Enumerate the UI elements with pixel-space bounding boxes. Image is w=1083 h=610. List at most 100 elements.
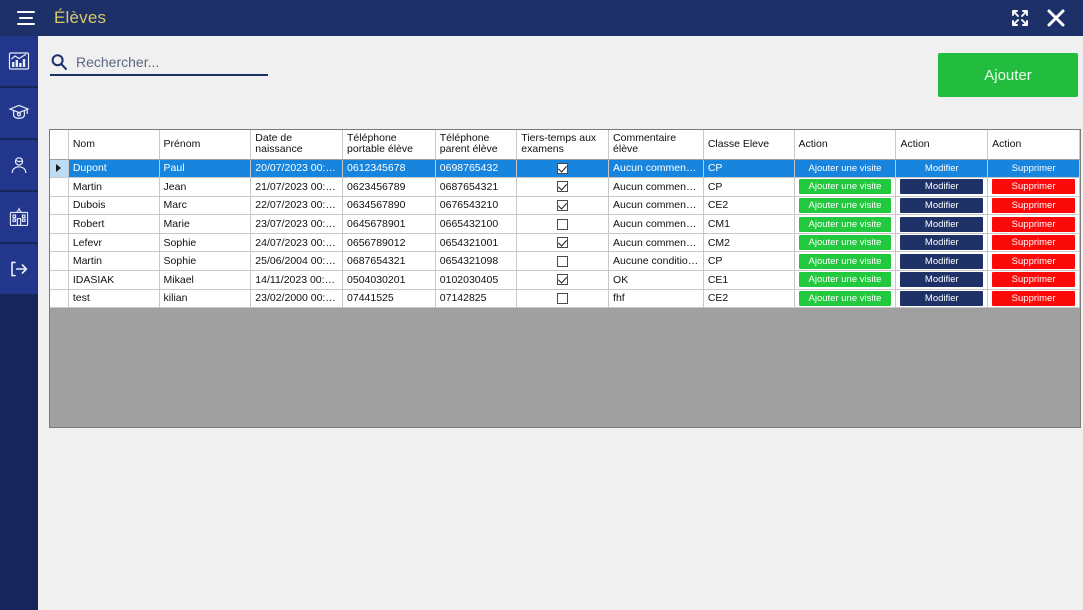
delete-button[interactable]: Supprimer bbox=[992, 235, 1075, 251]
row-selector-cell[interactable] bbox=[50, 177, 69, 197]
table-row[interactable]: Martin Sophie 25/06/2004 00:00... 068765432… bbox=[50, 251, 1080, 272]
cell-date-naissance[interactable]: 14/11/2023 00:00... bbox=[250, 270, 344, 290]
cell-telephone-eleve[interactable]: 0687654321 bbox=[342, 251, 436, 272]
delete-button[interactable]: Supprimer bbox=[992, 179, 1075, 195]
cell-tiers-temps[interactable] bbox=[516, 177, 610, 197]
cell-tiers-temps[interactable] bbox=[516, 233, 610, 253]
cell-commentaire[interactable]: OK bbox=[608, 270, 704, 290]
cell-telephone-parent[interactable]: 0676543210 bbox=[435, 196, 518, 216]
col-header-prenom[interactable]: Prénom bbox=[159, 130, 252, 160]
cell-telephone-parent[interactable]: 0654321001 bbox=[435, 233, 518, 253]
sidebar-item-teachers[interactable] bbox=[0, 140, 38, 192]
col-header-telephone-eleve[interactable]: Téléphone portable élève bbox=[342, 130, 436, 160]
cell-tiers-temps[interactable] bbox=[516, 214, 610, 234]
delete-button[interactable]: Supprimer bbox=[992, 160, 1075, 176]
row-selector-cell[interactable] bbox=[50, 233, 69, 253]
checkbox-icon[interactable] bbox=[557, 274, 569, 286]
edit-button[interactable]: Modifier bbox=[900, 197, 984, 213]
cell-nom[interactable]: Robert bbox=[68, 214, 160, 234]
cell-nom[interactable]: Martin bbox=[68, 251, 160, 272]
col-header-action-3[interactable]: Action bbox=[987, 130, 1080, 160]
sidebar-item-logout[interactable] bbox=[0, 244, 38, 296]
cell-classe[interactable]: CE2 bbox=[703, 196, 795, 216]
cell-telephone-parent[interactable]: 0687654321 bbox=[435, 177, 518, 197]
edit-button[interactable]: Modifier bbox=[900, 253, 984, 269]
students-grid[interactable]: Nom Prénom Date de naissance Téléphone p… bbox=[49, 129, 1081, 428]
cell-telephone-eleve[interactable]: 0656789012 bbox=[342, 233, 436, 253]
cell-commentaire[interactable]: Aucun commentaire bbox=[608, 177, 704, 197]
table-row[interactable]: Lefevr Sophie 24/07/2023 00:00... 065678901… bbox=[50, 233, 1080, 253]
delete-button[interactable]: Supprimer bbox=[992, 216, 1075, 232]
add-visit-button[interactable]: Ajouter une visite bbox=[798, 290, 892, 306]
cell-tiers-temps[interactable] bbox=[516, 159, 610, 179]
sidebar-item-schools[interactable] bbox=[0, 192, 38, 244]
checkbox-icon[interactable] bbox=[557, 162, 569, 174]
cell-nom[interactable]: Dubois bbox=[68, 196, 160, 216]
cell-telephone-eleve[interactable]: 0612345678 bbox=[342, 159, 436, 179]
col-header-nom[interactable]: Nom bbox=[68, 130, 160, 160]
delete-button[interactable]: Supprimer bbox=[992, 253, 1075, 269]
cell-date-naissance[interactable]: 23/07/2023 00:00... bbox=[250, 214, 344, 234]
row-selector-cell[interactable] bbox=[50, 270, 69, 290]
cell-prenom[interactable]: Jean bbox=[159, 177, 252, 197]
cell-commentaire[interactable]: Aucun commentaire bbox=[608, 214, 704, 234]
cell-prenom[interactable]: Paul bbox=[159, 159, 252, 179]
table-row[interactable]: Dubois Marc 22/07/2023 00:00... 0634567890 0… bbox=[50, 196, 1080, 216]
checkbox-icon[interactable] bbox=[557, 292, 569, 304]
cell-classe[interactable]: CP bbox=[703, 177, 795, 197]
table-row[interactable]: IDASIAK Mikael 14/11/2023 00:00... 05040302… bbox=[50, 270, 1080, 290]
cell-nom[interactable]: Lefevr bbox=[68, 233, 160, 253]
row-selector-cell[interactable] bbox=[50, 196, 69, 216]
cell-telephone-eleve[interactable]: 0623456789 bbox=[342, 177, 436, 197]
cell-telephone-parent[interactable]: 0102030405 bbox=[435, 270, 518, 290]
checkbox-icon[interactable] bbox=[557, 218, 569, 230]
checkbox-icon[interactable] bbox=[557, 255, 569, 267]
cell-commentaire[interactable]: Aucune condition ... bbox=[608, 251, 704, 272]
add-button[interactable]: Ajouter bbox=[938, 53, 1078, 97]
hamburger-icon[interactable] bbox=[8, 0, 44, 36]
cell-telephone-eleve[interactable]: 0645678901 bbox=[342, 214, 436, 234]
edit-button[interactable]: Modifier bbox=[900, 235, 984, 251]
cell-classe[interactable]: CE1 bbox=[703, 270, 795, 290]
cell-tiers-temps[interactable] bbox=[516, 270, 610, 290]
cell-nom[interactable]: Dupont bbox=[68, 159, 160, 179]
cell-nom[interactable]: Martin bbox=[68, 177, 160, 197]
cell-date-naissance[interactable]: 23/02/2000 00:00... bbox=[250, 289, 344, 309]
cell-telephone-parent[interactable]: 0654321098 bbox=[435, 251, 518, 272]
row-selector-cell[interactable] bbox=[50, 289, 69, 309]
col-header-action-1[interactable]: Action bbox=[794, 130, 897, 160]
checkbox-icon[interactable] bbox=[557, 181, 569, 193]
add-visit-button[interactable]: Ajouter une visite bbox=[798, 179, 892, 195]
cell-date-naissance[interactable]: 21/07/2023 00:00... bbox=[250, 177, 344, 197]
cell-prenom[interactable]: Marc bbox=[159, 196, 252, 216]
sidebar-item-dashboard[interactable] bbox=[0, 36, 38, 88]
row-selector-cell[interactable] bbox=[50, 251, 69, 272]
edit-button[interactable]: Modifier bbox=[900, 272, 984, 288]
cell-classe[interactable]: CP bbox=[703, 251, 795, 272]
cell-commentaire[interactable]: fhf bbox=[608, 289, 704, 309]
cell-telephone-eleve[interactable]: 0634567890 bbox=[342, 196, 436, 216]
cell-prenom[interactable]: Sophie bbox=[159, 233, 252, 253]
col-header-tiers-temps[interactable]: Tiers-temps aux examens bbox=[516, 130, 610, 160]
edit-button[interactable]: Modifier bbox=[900, 290, 984, 306]
add-visit-button[interactable]: Ajouter une visite bbox=[798, 272, 892, 288]
col-header-naissance[interactable]: Date de naissance bbox=[250, 130, 344, 160]
cell-classe[interactable]: CE2 bbox=[703, 289, 795, 309]
edit-button[interactable]: Modifier bbox=[900, 216, 984, 232]
checkbox-icon[interactable] bbox=[557, 199, 569, 211]
cell-telephone-parent[interactable]: 0665432100 bbox=[435, 214, 518, 234]
cell-telephone-eleve[interactable]: 07441525 bbox=[342, 289, 436, 309]
row-selector-cell[interactable] bbox=[50, 214, 69, 234]
cell-classe[interactable]: CM2 bbox=[703, 233, 795, 253]
cell-telephone-parent[interactable]: 0698765432 bbox=[435, 159, 518, 179]
cell-date-naissance[interactable]: 25/06/2004 00:00... bbox=[250, 251, 344, 272]
cell-prenom[interactable]: Sophie bbox=[159, 251, 252, 272]
add-visit-button[interactable]: Ajouter une visite bbox=[798, 160, 892, 176]
cell-date-naissance[interactable]: 22/07/2023 00:00... bbox=[250, 196, 344, 216]
cell-nom[interactable]: IDASIAK bbox=[68, 270, 160, 290]
sidebar-item-students[interactable] bbox=[0, 88, 38, 140]
cell-prenom[interactable]: Marie bbox=[159, 214, 252, 234]
cell-commentaire[interactable]: Aucun commentaire bbox=[608, 196, 704, 216]
cell-classe[interactable]: CP bbox=[703, 159, 795, 179]
cell-prenom[interactable]: kilian bbox=[159, 289, 252, 309]
